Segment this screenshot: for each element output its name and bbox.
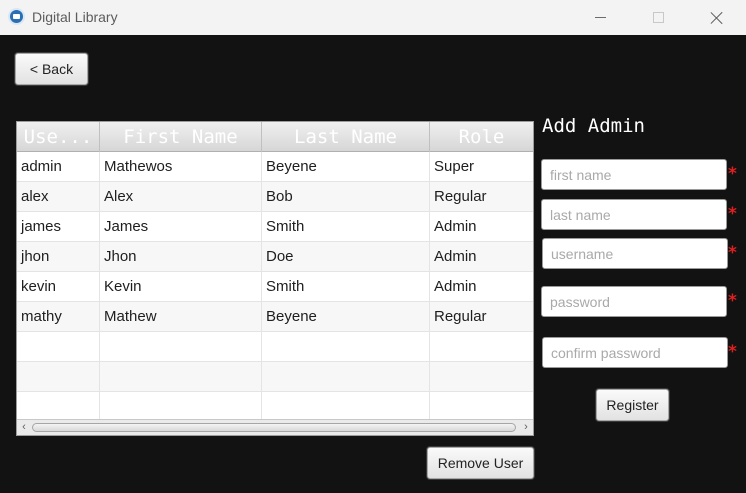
table-row[interactable]: alex Alex Bob Regular [17,182,533,212]
close-button[interactable] [688,0,746,35]
required-marker: * [728,243,737,263]
close-icon [710,11,724,25]
cell-last-name: Smith [262,272,430,301]
table-row[interactable]: kevin Kevin Smith Admin [17,272,533,302]
maximize-icon [652,12,664,23]
column-header-last-name[interactable]: Last Name [262,122,430,152]
column-header-username[interactable]: Use... [17,122,100,152]
cell-username: jhon [17,242,100,271]
empty-row [17,362,533,392]
app-logo-icon [8,8,25,25]
table-row[interactable]: mathy Mathew Beyene Regular [17,302,533,332]
cell-last-name: Smith [262,212,430,241]
maximize-button[interactable] [629,0,687,35]
scroll-left-icon[interactable]: ‹ [18,422,30,433]
required-marker: * [728,342,737,362]
scrollbar-thumb[interactable] [32,423,516,432]
cell-last-name: Beyene [262,152,430,181]
cell-first-name: Mathew [100,302,262,331]
table-row[interactable]: admin Mathewos Beyene Super [17,152,533,182]
minimize-icon [594,17,606,18]
cell-role: Super [434,158,475,175]
required-marker: * [728,164,737,184]
remove-user-button[interactable]: Remove User [427,447,534,479]
form-title: Add Admin [542,115,645,137]
table-row[interactable]: james James Smith Admin [17,212,533,242]
first-name-field[interactable] [541,159,727,190]
cell-first-name: Alex [100,182,262,211]
cell-username: alex [17,182,100,211]
cell-role: Admin [434,218,477,235]
title-bar: Digital Library [0,0,746,35]
users-table[interactable]: Use... First Name Last Name Role admin M… [16,121,534,436]
register-button[interactable]: Register [596,389,669,421]
cell-username: admin [17,152,100,181]
cell-username: mathy [17,302,100,331]
confirm-password-field[interactable] [542,337,728,368]
cell-username: kevin [17,272,100,301]
cell-username: james [17,212,100,241]
required-marker: * [728,204,737,224]
cell-first-name: Kevin [100,272,262,301]
required-marker: * [728,291,737,311]
minimize-button[interactable] [571,0,629,35]
last-name-field[interactable] [541,199,727,230]
horizontal-scrollbar[interactable]: ‹ › [17,419,533,435]
column-header-first-name[interactable]: First Name [100,122,262,152]
cell-role: Regular [434,188,487,205]
window-title: Digital Library [32,9,118,25]
username-field[interactable] [542,238,728,269]
table-row[interactable]: jhon Jhon Doe Admin [17,242,533,272]
cell-role: Admin [434,248,477,265]
cell-first-name: Jhon [100,242,262,271]
cell-role: Admin [434,278,477,295]
cell-last-name: Beyene [262,302,430,331]
table-body: admin Mathewos Beyene Super alex Alex Bo… [17,152,533,422]
scroll-right-icon[interactable]: › [520,422,532,433]
empty-row [17,392,533,422]
table-header: Use... First Name Last Name Role [17,122,533,152]
cell-first-name: Mathewos [100,152,262,181]
cell-first-name: James [100,212,262,241]
back-button[interactable]: < Back [15,53,88,85]
cell-last-name: Bob [262,182,430,211]
cell-role: Regular [434,308,487,325]
empty-row [17,332,533,362]
password-field[interactable] [541,286,727,317]
column-header-role[interactable]: Role [430,122,533,152]
cell-last-name: Doe [262,242,430,271]
